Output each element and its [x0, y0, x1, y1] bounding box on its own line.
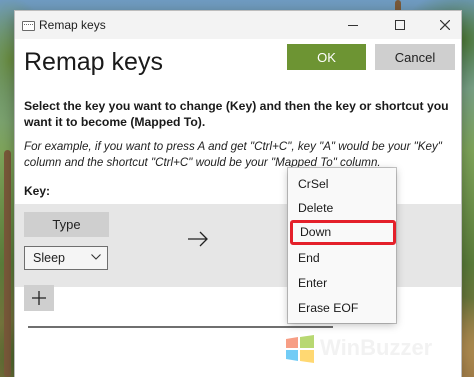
plus-icon [32, 291, 46, 305]
title-bar: Remap keys [15, 11, 461, 39]
cancel-button[interactable]: Cancel [375, 44, 455, 70]
window-title: Remap keys [39, 18, 106, 32]
minimize-icon [348, 24, 358, 26]
keyboard-icon [22, 21, 35, 31]
close-button[interactable] [427, 11, 461, 39]
windows-logo-icon [286, 335, 314, 363]
key-select-value: Sleep [33, 251, 65, 265]
dropdown-item-delete[interactable]: Delete [288, 196, 396, 220]
dropdown-item-crsel[interactable]: CrSel [288, 172, 396, 196]
add-mapping-button[interactable] [24, 285, 54, 311]
key-select[interactable]: Sleep [24, 246, 108, 270]
minimize-button[interactable] [335, 11, 371, 39]
dropdown-item-erase-eof[interactable]: Erase EOF [288, 296, 396, 320]
type-key-button[interactable]: Type [24, 212, 109, 237]
page-title: Remap keys [24, 48, 163, 76]
watermark-text: WinBuzzer [320, 335, 433, 360]
example-text: For example, if you want to press A and … [24, 140, 442, 169]
maximize-button[interactable] [382, 11, 418, 39]
dropdown-item-down[interactable]: Down [290, 220, 396, 245]
dropdown-item-enter[interactable]: Enter [288, 271, 396, 295]
close-icon [440, 20, 450, 30]
arrow-right-icon [188, 231, 208, 247]
instruction-text: Select the key you want to change (Key) … [24, 99, 449, 129]
dropdown-item-end[interactable]: End [288, 246, 396, 270]
watermark: WinBuzzer [282, 327, 452, 371]
key-column-header: Key: [24, 184, 51, 198]
chevron-down-icon [91, 254, 101, 260]
maximize-icon [395, 20, 405, 30]
key-dropdown-list: CrSel Delete End Enter Erase EOF [288, 168, 396, 323]
dropdown-item-down-label: Down [300, 225, 332, 239]
ok-button[interactable]: OK [287, 44, 366, 70]
